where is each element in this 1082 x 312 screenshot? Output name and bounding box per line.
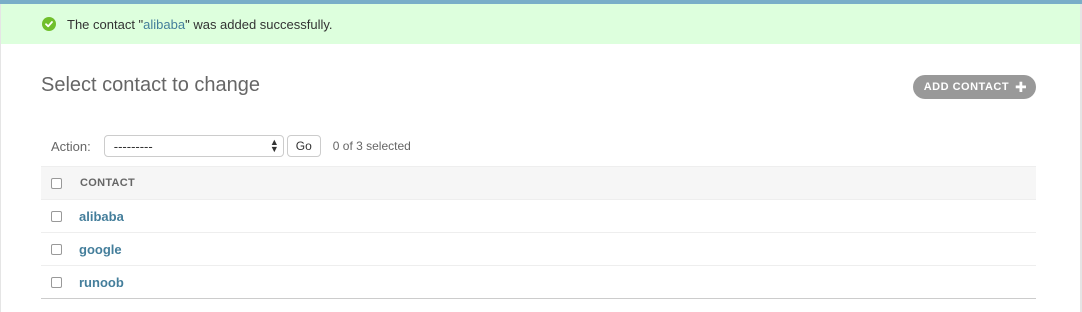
action-select[interactable]: --------- ▲ ▼ xyxy=(103,135,284,157)
add-contact-button[interactable]: ADD CONTACT ✚ xyxy=(913,75,1036,99)
go-button[interactable]: Go xyxy=(286,135,321,157)
row-checkbox[interactable] xyxy=(51,243,62,255)
select-arrows-icon: ▲ ▼ xyxy=(269,137,279,154)
actions-bar: Action: --------- ▲ ▼ Go 0 of 3 selected xyxy=(41,127,1036,165)
table-header-row: CONTACT xyxy=(41,166,1036,200)
contact-link[interactable]: runoob xyxy=(79,275,124,290)
success-message: The contact " alibaba " was added successf… xyxy=(1,4,1080,44)
contact-link[interactable]: google xyxy=(79,242,122,257)
row-checkbox[interactable] xyxy=(51,276,62,288)
action-select-value: --------- xyxy=(113,138,153,154)
action-label: Action: xyxy=(51,138,91,154)
success-check-icon xyxy=(42,17,56,31)
message-suffix: " was added successfully. xyxy=(185,16,333,32)
column-header-contact[interactable]: CONTACT xyxy=(80,177,135,189)
select-all-checkbox[interactable] xyxy=(51,177,62,189)
left-border xyxy=(0,4,1,312)
selection-counter: 0 of 3 selected xyxy=(332,139,411,153)
contact-link[interactable]: alibaba xyxy=(79,209,124,224)
table-row: google xyxy=(41,233,1036,266)
table-row: runoob xyxy=(41,266,1036,299)
add-contact-label: ADD CONTACT xyxy=(923,81,1010,93)
results-table: CONTACT alibaba google runoob xyxy=(41,166,1036,299)
plus-icon: ✚ xyxy=(1015,79,1028,95)
page-title: Select contact to change xyxy=(41,74,261,96)
message-contact-link[interactable]: alibaba xyxy=(143,17,185,32)
row-checkbox[interactable] xyxy=(51,210,62,222)
message-prefix: The contact " xyxy=(67,16,144,32)
table-row: alibaba xyxy=(41,200,1036,233)
